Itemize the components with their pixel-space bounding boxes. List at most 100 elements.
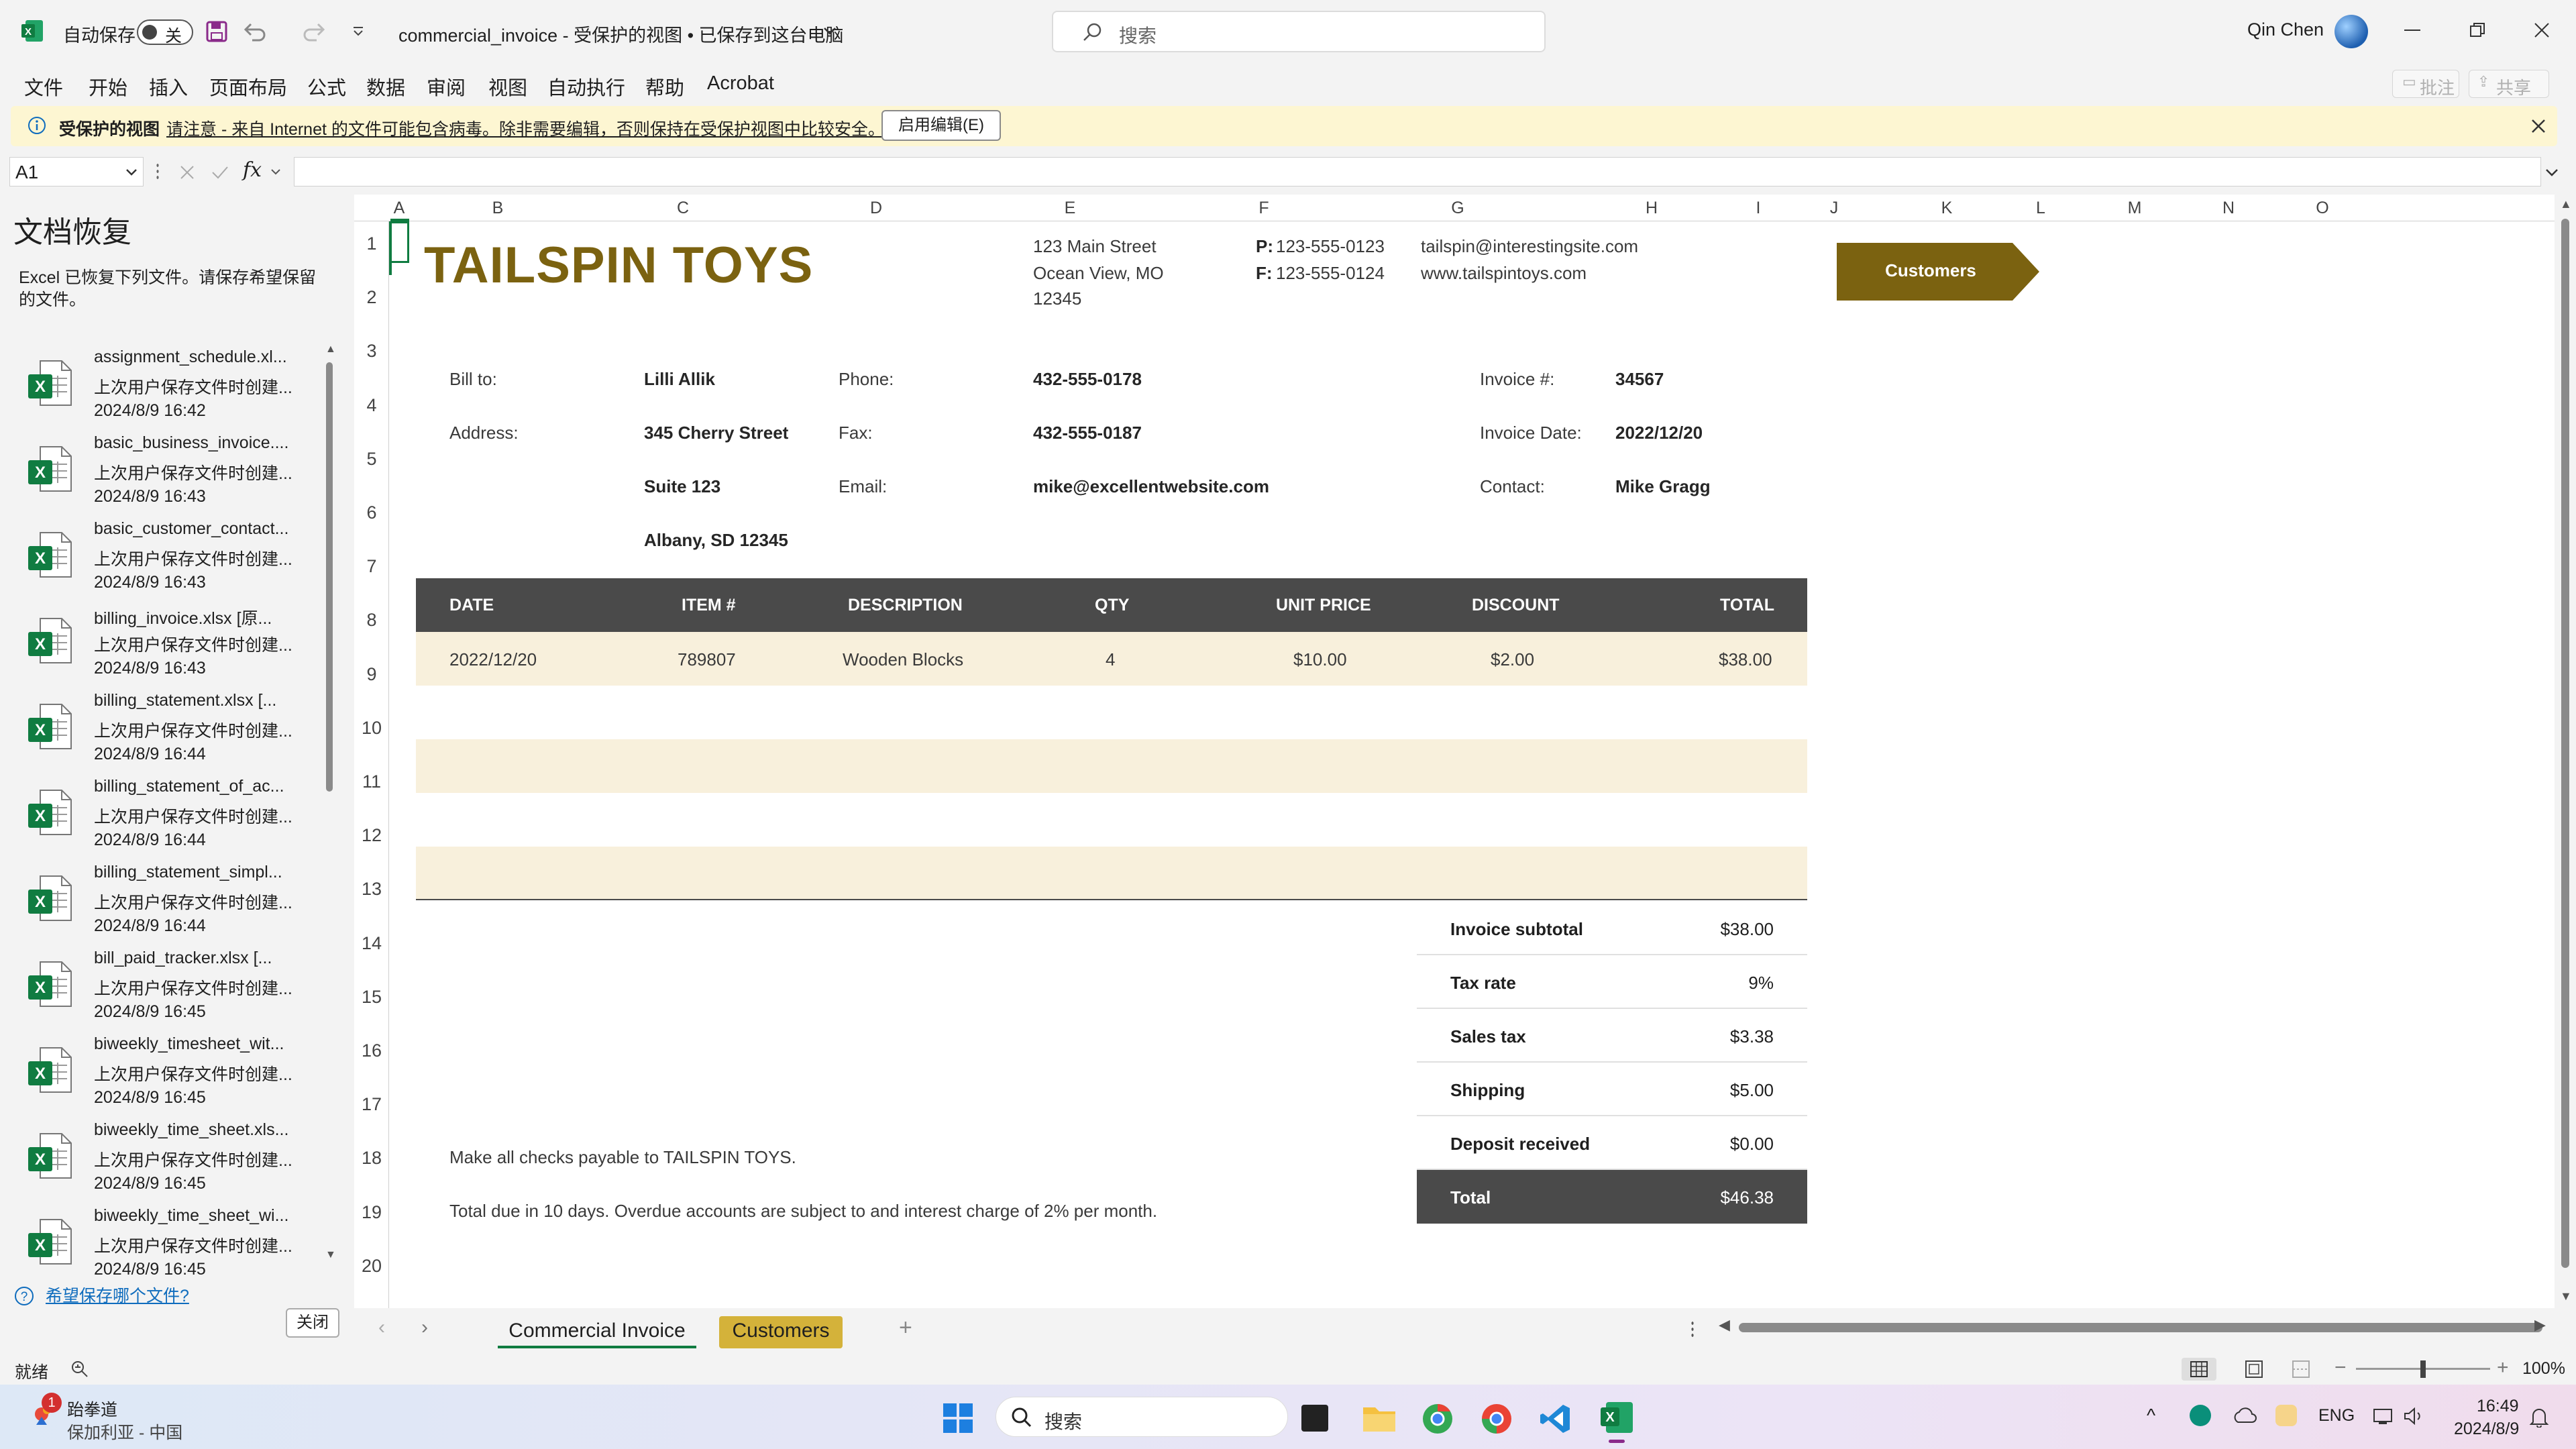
recovered-file-item[interactable]: Xbilling_statement_simpl... 上次用户保存文件时创建..… — [0, 859, 322, 945]
col-header[interactable]: A — [389, 199, 409, 218]
scroll-right-icon[interactable]: ▶ — [2534, 1316, 2546, 1334]
vertical-scrollbar[interactable]: ▲ ▼ — [2555, 195, 2576, 1308]
horizontal-scroll-thumb[interactable] — [1739, 1323, 2542, 1332]
row-header[interactable]: 2 — [354, 287, 389, 308]
onedrive-icon[interactable] — [2231, 1406, 2258, 1425]
expand-formula-icon[interactable] — [2544, 168, 2560, 178]
excel-taskbar-icon[interactable]: X — [1597, 1399, 1637, 1444]
recovered-file-item[interactable]: Xbasic_business_invoice.... 上次用户保存文件时创建..… — [0, 429, 322, 515]
normal-view-button[interactable] — [2182, 1358, 2216, 1381]
col-header[interactable]: G — [1360, 199, 1555, 218]
close-icon[interactable] — [2530, 118, 2546, 134]
vscode-icon[interactable] — [1539, 1402, 1572, 1436]
row-header[interactable]: 11 — [354, 771, 389, 792]
row-header[interactable]: 7 — [354, 556, 389, 577]
recovered-file-item[interactable]: Xbilling_invoice.xlsx [原... 上次用户保存文件时创建..… — [0, 601, 322, 687]
tab-home[interactable]: 开始 — [89, 72, 127, 101]
tab-data[interactable]: 数据 — [366, 72, 405, 101]
row-header[interactable]: 5 — [354, 449, 389, 470]
tab-view[interactable]: 视图 — [488, 72, 527, 101]
recovered-file-item[interactable]: Xbilling_statement_of_ac... 上次用户保存文件时创建..… — [0, 773, 322, 859]
scroll-thumb[interactable] — [2561, 219, 2569, 1268]
col-header[interactable]: L — [1994, 199, 2088, 218]
tray-chevron-icon[interactable]: ^ — [2147, 1405, 2155, 1426]
add-sheet-icon[interactable]: + — [899, 1315, 912, 1341]
clock-time[interactable]: 16:49 — [2477, 1397, 2519, 1416]
col-header[interactable]: E — [973, 199, 1167, 218]
user-name[interactable]: Qin Chen — [2247, 19, 2324, 40]
row-header[interactable]: 17 — [354, 1094, 389, 1115]
col-header[interactable]: I — [1748, 199, 1768, 218]
autosave-toggle[interactable]: 关 — [137, 19, 193, 46]
recovered-file-item[interactable]: Xbiweekly_timesheet_wit... 上次用户保存文件时创建...… — [0, 1030, 322, 1116]
row-header[interactable]: 14 — [354, 933, 389, 954]
tab-file[interactable]: 文件 — [24, 72, 63, 101]
row-header[interactable]: 12 — [354, 825, 389, 846]
sheet-tab-customers[interactable]: Customers — [719, 1316, 843, 1348]
customers-button[interactable]: Customers — [1837, 243, 2039, 301]
volume-icon[interactable] — [2403, 1406, 2426, 1426]
name-box[interactable]: A1 — [9, 157, 144, 186]
col-header[interactable]: N — [2182, 199, 2275, 218]
redo-icon[interactable] — [299, 20, 326, 43]
close-window-icon[interactable] — [2533, 21, 2551, 39]
col-header[interactable]: D — [780, 199, 973, 218]
recovered-file-item[interactable]: Xbilling_statement.xlsx [... 上次用户保存文件时创建.… — [0, 687, 322, 773]
row-header[interactable]: 20 — [354, 1256, 389, 1277]
tab-acrobat[interactable]: Acrobat — [707, 72, 774, 95]
prev-sheet-icon[interactable]: ‹ — [378, 1316, 385, 1339]
col-header[interactable]: O — [2275, 199, 2369, 218]
sheet-tab-commercial-invoice[interactable]: Commercial Invoice — [498, 1316, 696, 1348]
chevron-down-icon[interactable] — [822, 25, 837, 36]
which-file-link[interactable]: 希望保存哪个文件? — [46, 1283, 189, 1307]
enter-icon[interactable] — [211, 164, 229, 181]
tab-review[interactable]: 审阅 — [427, 72, 466, 101]
app-tray-icon[interactable] — [2275, 1405, 2297, 1426]
close-recovery-button[interactable]: 关闭 — [286, 1308, 339, 1338]
edge-tray-icon[interactable] — [2190, 1405, 2211, 1426]
recovered-file-item[interactable]: Xassignment_schedule.xl... 上次用户保存文件时创建...… — [0, 343, 322, 429]
cancel-icon[interactable] — [178, 164, 196, 181]
banner-message[interactable]: 请注意 - 来自 Internet 的文件可能包含病毒。除非需要编辑，否则保持在… — [166, 116, 885, 140]
row-header[interactable]: 13 — [354, 879, 389, 900]
row-header[interactable]: 16 — [354, 1040, 389, 1061]
recovery-scrollbar[interactable]: ▲ ▼ — [323, 343, 336, 1264]
next-sheet-icon[interactable]: › — [421, 1316, 428, 1339]
row-header[interactable]: 1 — [354, 233, 389, 254]
page-break-view-button[interactable] — [2288, 1358, 2314, 1381]
zoom-out-icon[interactable]: − — [2334, 1356, 2347, 1379]
windows-start-icon[interactable] — [942, 1402, 974, 1434]
recovered-file-item[interactable]: Xbill_paid_tracker.xlsx [... 上次用户保存文件时创建.… — [0, 945, 322, 1030]
weather-title[interactable]: 跆拳道 — [67, 1397, 117, 1421]
tab-page-layout[interactable]: 页面布局 — [209, 72, 287, 101]
row-header[interactable]: 9 — [354, 664, 389, 685]
zoom-level[interactable]: 100% — [2522, 1359, 2565, 1379]
task-view-icon[interactable] — [1301, 1405, 1328, 1432]
notifications-bell-icon[interactable] — [2529, 1406, 2549, 1428]
clock-date[interactable]: 2024/8/9 — [2454, 1419, 2519, 1439]
search-box[interactable]: 搜索 — [1052, 11, 1546, 52]
customize-qat-icon[interactable] — [352, 25, 365, 38]
recovered-file-item[interactable]: Xbasic_customer_contact... 上次用户保存文件时创建...… — [0, 515, 322, 601]
col-header[interactable]: F — [1167, 199, 1360, 218]
row-header[interactable]: 15 — [354, 987, 389, 1008]
recovered-file-item[interactable]: Xbiweekly_time_sheet_wi... 上次用户保存文件时创建...… — [0, 1202, 322, 1288]
chrome-profile-icon[interactable] — [1480, 1402, 1513, 1436]
row-header[interactable]: 8 — [354, 610, 389, 631]
page-layout-view-button[interactable] — [2241, 1358, 2267, 1381]
more-icon[interactable] — [156, 162, 160, 181]
row-header[interactable]: 18 — [354, 1148, 389, 1169]
scroll-left-icon[interactable]: ◀ — [1719, 1316, 1730, 1334]
col-header[interactable]: J — [1768, 199, 1900, 218]
tab-formulas[interactable]: 公式 — [307, 72, 346, 101]
row-header[interactable]: 10 — [354, 718, 389, 739]
document-title[interactable]: commercial_invoice - 受保护的视图 • 已保存到这台电脑 — [398, 21, 844, 47]
language-indicator[interactable]: ENG — [2318, 1406, 2355, 1426]
accessibility-icon[interactable] — [70, 1359, 90, 1379]
share-button[interactable]: ⇪ 共享 — [2469, 70, 2549, 98]
enable-editing-button[interactable]: 启用编辑(E) — [881, 110, 1001, 141]
restore-icon[interactable] — [2469, 21, 2486, 39]
col-header[interactable]: H — [1555, 199, 1748, 218]
save-icon[interactable] — [205, 20, 228, 43]
tab-automate[interactable]: 自动执行 — [547, 72, 625, 101]
